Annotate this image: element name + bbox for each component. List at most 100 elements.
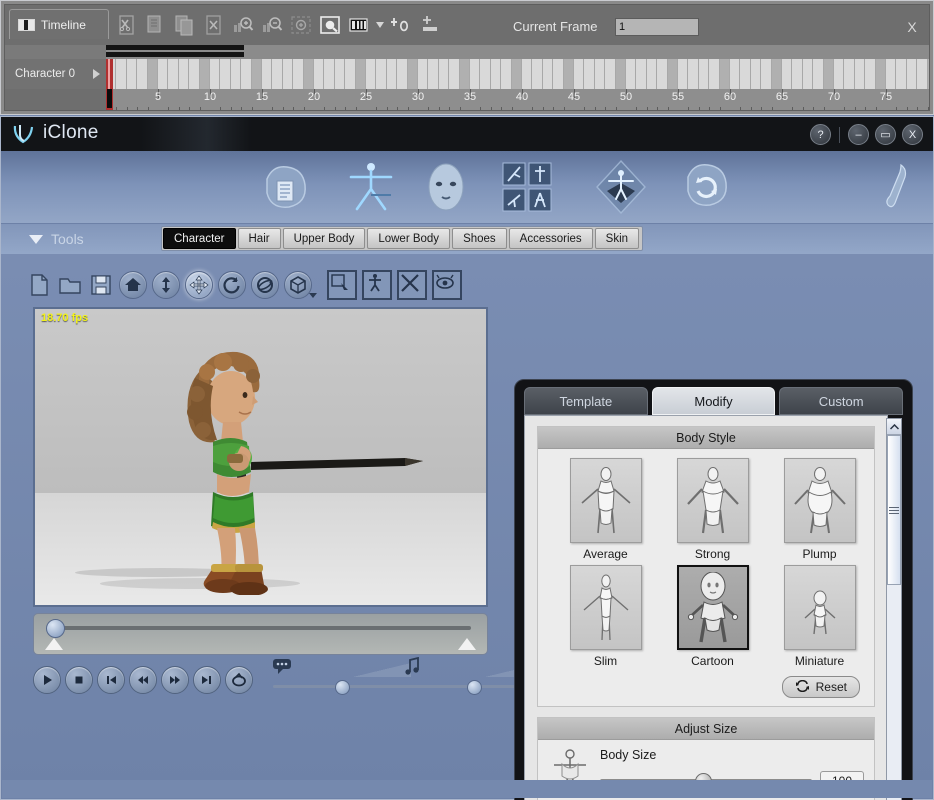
- body-style-item[interactable]: Strong: [659, 458, 766, 561]
- timeline-cell[interactable]: [126, 59, 138, 89]
- timeline-cell[interactable]: [667, 59, 678, 89]
- timeline-cell[interactable]: [459, 59, 470, 89]
- zoom-region-icon[interactable]: [289, 13, 313, 37]
- body-style-item[interactable]: Plump: [766, 458, 873, 561]
- timeline-cell[interactable]: [230, 59, 242, 89]
- stop-button[interactable]: [65, 666, 93, 694]
- body-style-thumbnail-miniature[interactable]: [783, 565, 856, 650]
- cube-view-caret-icon[interactable]: [309, 293, 317, 298]
- preview-eye-icon[interactable]: [432, 270, 462, 300]
- timeline-cell[interactable]: [709, 59, 720, 89]
- loop-button[interactable]: [225, 666, 253, 694]
- rotate-icon[interactable]: [218, 271, 246, 299]
- minimize-button[interactable]: –: [848, 124, 869, 145]
- timeline-cell[interactable]: [823, 59, 834, 89]
- timeline-cell[interactable]: [397, 59, 408, 89]
- timeline-cell[interactable]: [750, 59, 762, 89]
- timeline-cell[interactable]: [626, 59, 637, 89]
- tab-lower-body[interactable]: Lower Body: [367, 228, 451, 249]
- timeline-cell[interactable]: [896, 59, 907, 89]
- timeline-cell[interactable]: [761, 59, 772, 89]
- timeline-cell[interactable]: [293, 59, 304, 89]
- select-region-icon[interactable]: [327, 270, 357, 300]
- timeline-cell[interactable]: [418, 59, 429, 89]
- zoom-out-icon[interactable]: [260, 13, 284, 37]
- body-style-thumbnail-slim[interactable]: [569, 565, 642, 650]
- timeline-cell[interactable]: [324, 59, 335, 89]
- add-key-icon[interactable]: [389, 13, 413, 37]
- timeline-cell[interactable]: [199, 59, 210, 89]
- timeline-cell[interactable]: [906, 59, 918, 89]
- timeline-cell[interactable]: [792, 59, 803, 89]
- character-model[interactable]: [72, 350, 423, 595]
- timeline-cell[interactable]: [834, 59, 845, 89]
- timeline-cell[interactable]: [438, 59, 450, 89]
- viewport-3d[interactable]: 18.70 fps: [33, 307, 488, 607]
- scrubber-range-start-marker[interactable]: [45, 638, 63, 650]
- timeline-cell[interactable]: [137, 59, 148, 89]
- scrollbar-thumb[interactable]: [887, 435, 901, 585]
- timeline-cell[interactable]: [542, 59, 554, 89]
- timeline-cell[interactable]: [334, 59, 346, 89]
- timeline-cell[interactable]: [345, 59, 356, 89]
- timeline-cell[interactable]: [771, 59, 782, 89]
- open-file-icon[interactable]: [57, 272, 83, 298]
- expand-track-icon[interactable]: [93, 69, 100, 79]
- tab-accessories[interactable]: Accessories: [508, 228, 593, 249]
- hide-icon[interactable]: [397, 270, 427, 300]
- tab-hair[interactable]: Hair: [237, 228, 281, 249]
- timeline-cell[interactable]: [480, 59, 491, 89]
- timeline-cell[interactable]: [532, 59, 543, 89]
- body-style-item[interactable]: Cartoon: [659, 565, 766, 668]
- zoom-fit-icon[interactable]: [318, 13, 342, 37]
- timeline-close-button[interactable]: X: [903, 18, 921, 36]
- home-view-icon[interactable]: [119, 271, 147, 299]
- timeline-playhead[interactable]: [106, 59, 113, 110]
- timeline-cell[interactable]: [730, 59, 741, 89]
- body-style-item[interactable]: Miniature: [766, 565, 873, 668]
- move-up-down-icon[interactable]: [152, 271, 180, 299]
- close-button[interactable]: X: [902, 124, 923, 145]
- timeline-cell[interactable]: [719, 59, 730, 89]
- current-frame-input[interactable]: 1: [615, 18, 699, 36]
- copy-icon[interactable]: [144, 13, 168, 37]
- timeline-cell[interactable]: [657, 59, 668, 89]
- timeline-cell[interactable]: [927, 59, 929, 89]
- add-clip-icon[interactable]: [418, 13, 442, 37]
- timeline-hscrollbar-bottom[interactable]: [106, 52, 244, 57]
- timeline-cell[interactable]: [782, 59, 793, 89]
- timeline-cell[interactable]: [740, 59, 751, 89]
- timeline-cell[interactable]: [282, 59, 294, 89]
- timeline-cell[interactable]: [407, 59, 418, 89]
- scrubber-track[interactable]: [50, 626, 471, 630]
- go-to-end-button[interactable]: [193, 666, 221, 694]
- viewport-scrubber[interactable]: [33, 613, 488, 655]
- animation-icon[interactable]: [495, 155, 559, 219]
- tools-menu-button[interactable]: Tools: [29, 227, 129, 251]
- paste-icon[interactable]: [173, 13, 197, 37]
- tab-shoes[interactable]: Shoes: [452, 228, 507, 249]
- timeline-cell[interactable]: [594, 59, 606, 89]
- timeline-cell[interactable]: [688, 59, 699, 89]
- timeline-cell[interactable]: [886, 59, 897, 89]
- timeline-cell[interactable]: [875, 59, 886, 89]
- show-character-icon[interactable]: [362, 270, 392, 300]
- timeline-cell[interactable]: [314, 59, 325, 89]
- properties-tab-template[interactable]: Template: [524, 387, 648, 415]
- timeline-cell[interactable]: [854, 59, 866, 89]
- scroll-up-icon[interactable]: [887, 419, 901, 435]
- timeline-cell[interactable]: [376, 59, 387, 89]
- scrubber-range-end-marker[interactable]: [458, 638, 476, 650]
- track-list-caret-icon[interactable]: [376, 13, 384, 37]
- actor-icon[interactable]: [339, 155, 403, 219]
- properties-tab-modify[interactable]: Modify: [651, 387, 776, 415]
- reset-button[interactable]: Reset: [781, 676, 860, 698]
- timeline-cell[interactable]: [449, 59, 460, 89]
- timeline-cell[interactable]: [501, 59, 512, 89]
- render-icon[interactable]: [676, 155, 740, 219]
- timeline-cell[interactable]: [813, 59, 824, 89]
- forward-button[interactable]: [161, 666, 189, 694]
- zoom-in-icon[interactable]: [231, 13, 255, 37]
- timeline-cell[interactable]: [615, 59, 626, 89]
- track-list-icon[interactable]: [347, 13, 371, 37]
